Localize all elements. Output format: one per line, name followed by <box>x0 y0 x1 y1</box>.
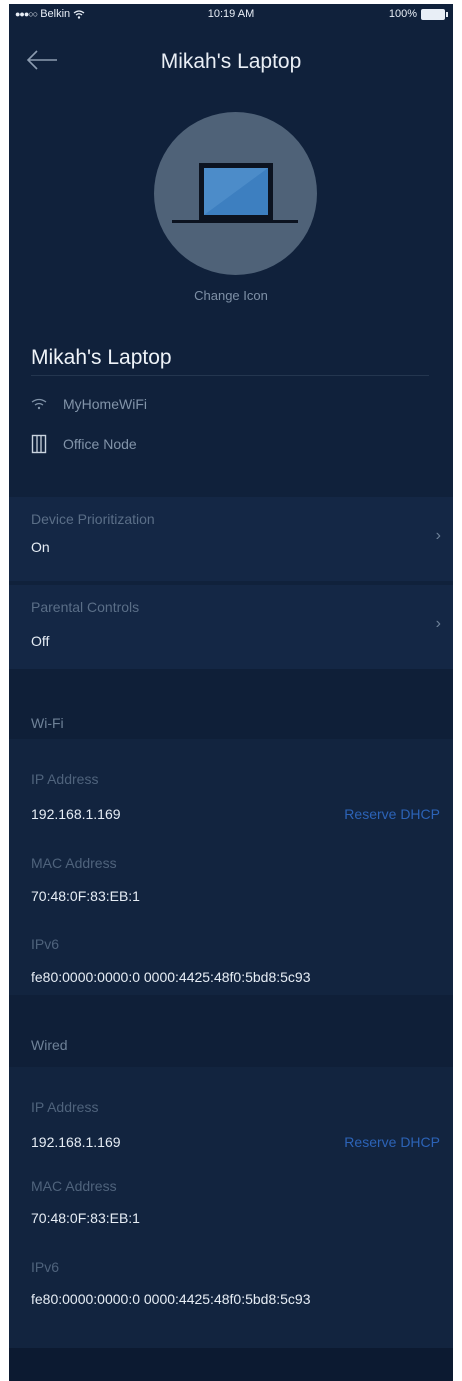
wired-ip-value: 192.168.1.169 <box>31 1134 121 1150</box>
bottom-area <box>9 1348 453 1381</box>
chevron-right-icon: › <box>435 527 441 544</box>
device-prioritization-row[interactable]: Device Prioritization On › <box>9 497 453 581</box>
node-row: Office Node <box>31 434 137 454</box>
chevron-right-icon: › <box>435 615 441 632</box>
wired-ipv6-label: IPv6 <box>31 1259 60 1275</box>
wifi-section-header: Wi-Fi <box>9 669 453 739</box>
divider <box>31 375 429 376</box>
wifi-reserve-dhcp-link[interactable]: Reserve DHCP <box>344 806 440 822</box>
status-right: 100% <box>388 8 448 20</box>
wired-header-label: Wired <box>31 1037 68 1053</box>
wifi-icon <box>31 398 47 410</box>
wifi-header-label: Wi-Fi <box>31 715 64 731</box>
node-name: Office Node <box>63 436 137 452</box>
status-bar: ●●●○○ Belkin 10:19 AM 100% <box>9 4 453 26</box>
network-row: MyHomeWiFi <box>31 396 147 412</box>
wifi-ip-label: IP Address <box>31 771 99 787</box>
device-name[interactable]: Mikah's Laptop <box>31 346 172 370</box>
battery-icon <box>421 8 448 20</box>
laptop-icon <box>172 163 298 223</box>
wifi-ip-value: 192.168.1.169 <box>31 806 121 822</box>
wifi-ipv6-value: fe80:0000:0000:0 0000:4425:48f0:5bd8:5c9… <box>31 969 311 985</box>
wifi-details: IP Address 192.168.1.169 Reserve DHCP MA… <box>9 739 453 995</box>
wifi-mac-label: MAC Address <box>31 855 117 871</box>
parental-controls-value: Off <box>31 633 50 649</box>
parental-controls-label: Parental Controls <box>31 599 140 615</box>
device-details-screen: ●●●○○ Belkin 10:19 AM 100% Mikah's Lapto… <box>9 4 453 1381</box>
wired-reserve-dhcp-link[interactable]: Reserve DHCP <box>344 1134 440 1150</box>
node-icon <box>31 434 47 454</box>
wired-section-header: Wired <box>9 995 453 1067</box>
change-icon-link[interactable]: Change Icon <box>9 288 453 303</box>
wifi-mac-value: 70:48:0F:83:EB:1 <box>31 888 140 904</box>
parental-controls-row[interactable]: Parental Controls Off › <box>9 585 453 669</box>
wired-details: IP Address 192.168.1.169 Reserve DHCP MA… <box>9 1067 453 1348</box>
status-time: 10:19 AM <box>207 8 255 20</box>
device-prioritization-value: On <box>31 539 50 555</box>
page-title: Mikah's Laptop <box>160 50 302 73</box>
wired-ipv6-value: fe80:0000:0000:0 0000:4425:48f0:5bd8:5c9… <box>31 1291 311 1307</box>
wifi-ipv6-label: IPv6 <box>31 936 60 952</box>
wired-mac-label: MAC Address <box>31 1178 117 1194</box>
battery-percent: 100% <box>388 8 417 20</box>
network-name: MyHomeWiFi <box>63 396 147 412</box>
device-prioritization-label: Device Prioritization <box>31 511 155 527</box>
wired-mac-value: 70:48:0F:83:EB:1 <box>31 1210 140 1226</box>
device-avatar[interactable] <box>154 112 317 275</box>
wired-ip-label: IP Address <box>31 1099 99 1115</box>
